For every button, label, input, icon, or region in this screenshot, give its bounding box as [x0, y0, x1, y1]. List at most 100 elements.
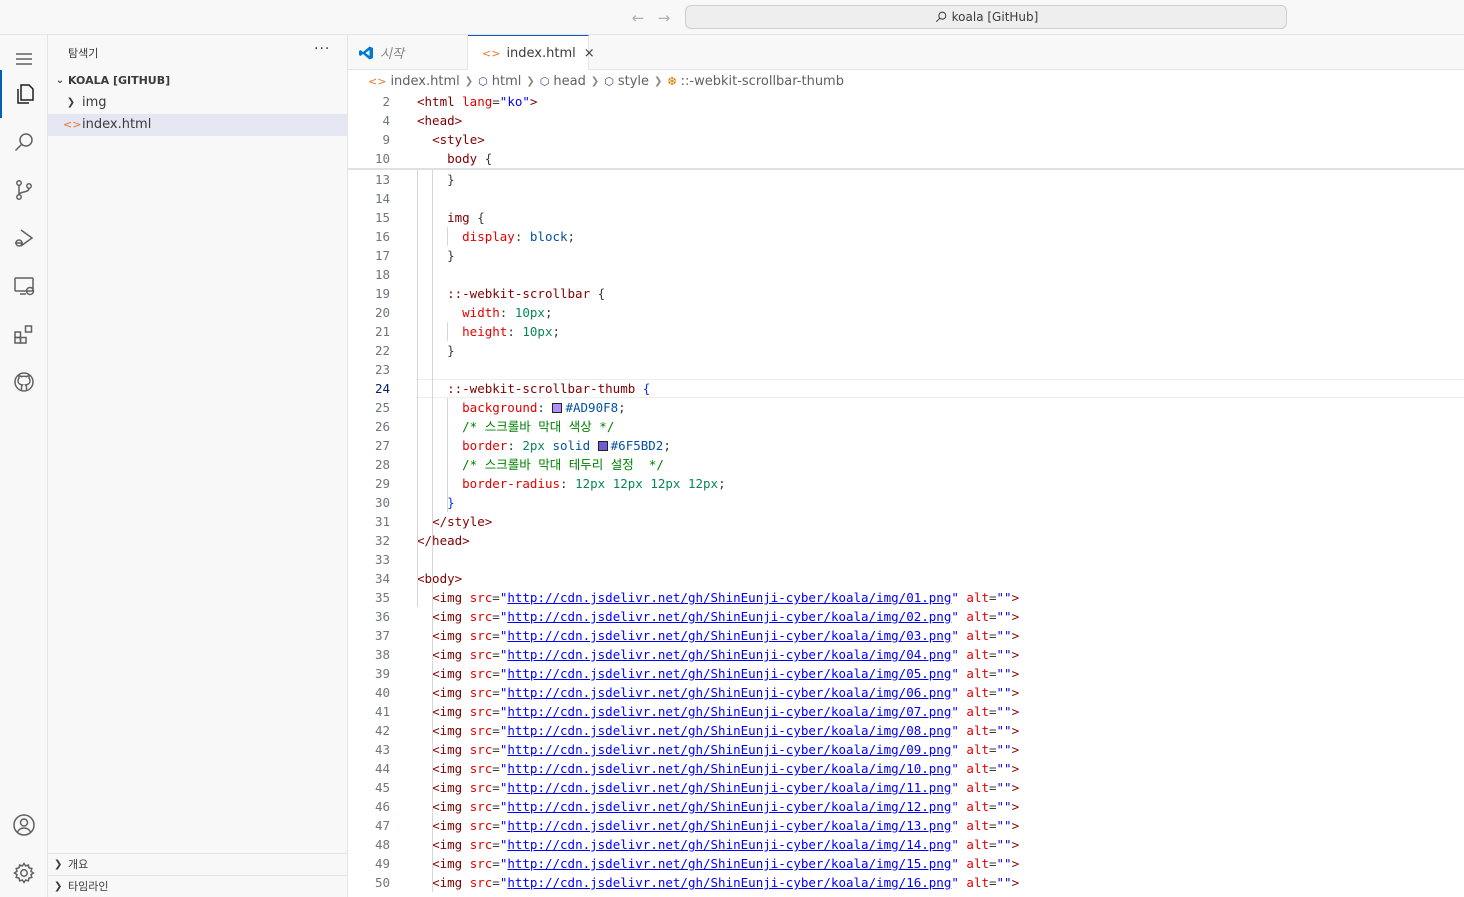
- code-token: alt: [966, 837, 989, 852]
- code-line: 23: [348, 360, 1464, 379]
- code-token: /* 스크롤바 막대 테두리 설정 */: [462, 457, 664, 472]
- sticky-line: 10 body {: [348, 149, 1464, 168]
- code-token: alt: [966, 666, 989, 681]
- code-token: :: [507, 324, 523, 339]
- line-number: 44: [374, 761, 390, 776]
- code-link[interactable]: http://cdn.jsdelivr.net/gh/ShinEunji-cyb…: [507, 666, 951, 681]
- line-code: <img src="http://cdn.jsdelivr.net/gh/Shi…: [417, 702, 1019, 721]
- code-link[interactable]: http://cdn.jsdelivr.net/gh/ShinEunji-cyb…: [507, 761, 951, 776]
- code-token: 2px: [522, 438, 553, 453]
- code-token: src: [469, 704, 493, 719]
- accounts-icon[interactable]: [0, 801, 48, 849]
- line-number: 26: [374, 419, 390, 434]
- github-icon[interactable]: [0, 358, 48, 406]
- code-token: ": [951, 666, 967, 681]
- line-number: 36: [374, 609, 390, 624]
- code-link[interactable]: http://cdn.jsdelivr.net/gh/ShinEunji-cyb…: [507, 609, 951, 624]
- outline-section[interactable]: ❯ 개요: [48, 853, 347, 875]
- breadcrumb-style[interactable]: ⬡ style: [604, 74, 649, 89]
- gear-icon[interactable]: [0, 849, 48, 897]
- code-line: 49 <img src="http://cdn.jsdelivr.net/gh/…: [348, 854, 1464, 873]
- indent-guide: [447, 227, 449, 246]
- code-line: 46 <img src="http://cdn.jsdelivr.net/gh/…: [348, 797, 1464, 816]
- code-token: >: [1011, 628, 1020, 643]
- code-line: 27 border: 2px solid #6F5BD2;: [348, 436, 1464, 455]
- code-token: <style>: [432, 132, 485, 147]
- line-code: <img src="http://cdn.jsdelivr.net/gh/Shi…: [417, 778, 1019, 797]
- chevron-right-icon: ❯: [54, 881, 63, 892]
- run-and-debug-icon[interactable]: [0, 214, 48, 262]
- code-token: >: [1011, 742, 1020, 757]
- code-token: <img: [432, 723, 470, 738]
- code-token: <img: [432, 609, 470, 624]
- code-link[interactable]: http://cdn.jsdelivr.net/gh/ShinEunji-cyb…: [507, 685, 951, 700]
- code-token: <html: [417, 94, 463, 109]
- close-icon[interactable]: ×: [584, 46, 595, 61]
- line-number: 18: [374, 267, 390, 282]
- code-link[interactable]: http://cdn.jsdelivr.net/gh/ShinEunji-cyb…: [507, 704, 951, 719]
- line-number: 39: [374, 666, 390, 681]
- more-actions-icon[interactable]: ···: [314, 41, 330, 57]
- code-token: src: [469, 780, 493, 795]
- cube-icon: ⬡: [478, 74, 488, 88]
- html-file-icon: <>: [482, 46, 501, 60]
- code-token: >: [1011, 685, 1020, 700]
- breadcrumb-head[interactable]: ⬡ head: [540, 74, 586, 89]
- color-swatch[interactable]: [597, 441, 608, 451]
- code-link[interactable]: http://cdn.jsdelivr.net/gh/ShinEunji-cyb…: [507, 742, 951, 757]
- code-token: =: [492, 799, 500, 814]
- code-token: "": [996, 780, 1012, 795]
- code-line: 34 <body>: [348, 569, 1464, 588]
- line-number: 37: [374, 628, 390, 643]
- code-token: >: [1011, 704, 1020, 719]
- code-editor[interactable]: 2 <html lang="ko"> 4 <head> 9 <style> 10 body…: [348, 92, 1464, 897]
- line-number: 20: [374, 305, 390, 320]
- code-link[interactable]: http://cdn.jsdelivr.net/gh/ShinEunji-cyb…: [507, 590, 951, 605]
- code-token: alt: [966, 609, 989, 624]
- explorer-icon[interactable]: [0, 70, 48, 118]
- code-link[interactable]: http://cdn.jsdelivr.net/gh/ShinEunji-cyb…: [507, 818, 951, 833]
- code-link[interactable]: http://cdn.jsdelivr.net/gh/ShinEunji-cyb…: [507, 875, 951, 890]
- tree-item-img-folder[interactable]: ❯ img: [48, 92, 347, 114]
- extensions-icon[interactable]: [0, 310, 48, 358]
- code-token: </head>: [417, 533, 470, 548]
- code-token: >: [1011, 875, 1020, 890]
- code-token: alt: [966, 628, 989, 643]
- code-link[interactable]: http://cdn.jsdelivr.net/gh/ShinEunji-cyb…: [507, 780, 951, 795]
- code-link[interactable]: http://cdn.jsdelivr.net/gh/ShinEunji-cyb…: [507, 723, 951, 738]
- arrow-right-icon[interactable]: →: [654, 8, 674, 28]
- chevron-right-icon: ❯: [590, 75, 600, 87]
- code-link[interactable]: http://cdn.jsdelivr.net/gh/ShinEunji-cyb…: [507, 628, 951, 643]
- code-link[interactable]: http://cdn.jsdelivr.net/gh/ShinEunji-cyb…: [507, 647, 951, 662]
- line-code: <img src="http://cdn.jsdelivr.net/gh/Shi…: [417, 759, 1019, 778]
- tab-index-html[interactable]: <> index.html ×: [468, 35, 595, 70]
- source-control-icon[interactable]: [0, 166, 48, 214]
- code-token: =: [492, 742, 500, 757]
- code-token: ": [951, 704, 967, 719]
- timeline-section[interactable]: ❯ 타임라인: [48, 875, 347, 897]
- code-token: >: [1011, 837, 1020, 852]
- tree-item-label: img: [82, 95, 107, 110]
- code-link[interactable]: http://cdn.jsdelivr.net/gh/ShinEunji-cyb…: [507, 837, 951, 852]
- command-center-search[interactable]: koala [GitHub]: [685, 5, 1287, 29]
- code-link[interactable]: http://cdn.jsdelivr.net/gh/ShinEunji-cyb…: [507, 856, 951, 871]
- workspace-root[interactable]: ⌄ KOALA [GITHUB]: [48, 70, 347, 92]
- tree-item-index-html[interactable]: <> index.html: [48, 114, 347, 136]
- code-token: src: [469, 761, 493, 776]
- search-icon[interactable]: [0, 118, 48, 166]
- line-number: 41: [374, 704, 390, 719]
- line-number: 9: [382, 132, 390, 147]
- code-token: =: [492, 780, 500, 795]
- line-number: 47: [374, 818, 390, 833]
- breadcrumb-file[interactable]: <> index.html: [368, 74, 460, 89]
- arrow-left-icon[interactable]: ←: [628, 8, 648, 28]
- code-token: src: [469, 799, 493, 814]
- color-swatch[interactable]: [552, 403, 563, 413]
- code-link[interactable]: http://cdn.jsdelivr.net/gh/ShinEunji-cyb…: [507, 799, 951, 814]
- code-token: :: [499, 305, 515, 320]
- breadcrumb-html[interactable]: ⬡ html: [478, 74, 521, 89]
- tab-welcome[interactable]: 시작: [348, 35, 468, 70]
- line-code: </head>: [417, 531, 470, 550]
- breadcrumb-selector[interactable]: ❆::-webkit-scrollbar-thumb: [667, 74, 844, 89]
- remote-explorer-icon[interactable]: [0, 262, 48, 310]
